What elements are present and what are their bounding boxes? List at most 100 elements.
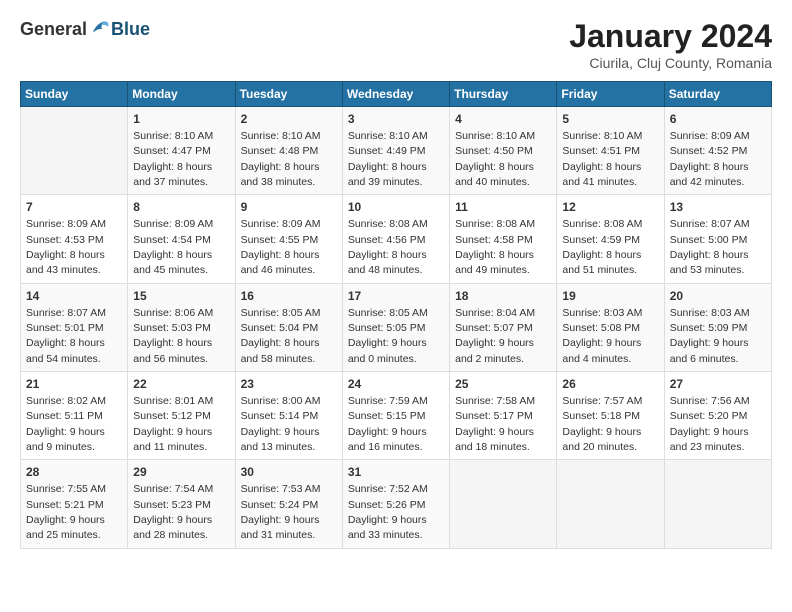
header: General Blue January 2024 Ciurila, Cluj … <box>20 18 772 71</box>
page: General Blue January 2024 Ciurila, Cluj … <box>0 0 792 612</box>
calendar-cell: 27Sunrise: 7:56 AMSunset: 5:20 PMDayligh… <box>664 372 771 460</box>
day-info: Sunrise: 8:09 AMSunset: 4:52 PMDaylight:… <box>670 130 750 188</box>
day-info: Sunrise: 8:01 AMSunset: 5:12 PMDaylight:… <box>133 395 213 453</box>
day-number: 19 <box>562 288 658 305</box>
day-info: Sunrise: 8:06 AMSunset: 5:03 PMDaylight:… <box>133 307 213 365</box>
calendar-cell <box>450 460 557 548</box>
calendar-cell: 17 Sunrise: 8:05 AMSunset: 5:05 PMDayligh… <box>342 283 449 371</box>
day-info: Sunrise: 7:55 AMSunset: 5:21 PMDaylight:… <box>26 483 106 541</box>
calendar-week-row: 7Sunrise: 8:09 AMSunset: 4:53 PMDaylight… <box>21 195 772 283</box>
day-info: Sunrise: 8:10 AMSunset: 4:49 PMDaylight:… <box>348 130 428 188</box>
calendar-cell: 30 Sunrise: 7:53 AMSunset: 5:24 PMDayligh… <box>235 460 342 548</box>
main-title: January 2024 <box>569 18 772 55</box>
calendar-cell: 6 Sunrise: 8:09 AMSunset: 4:52 PMDaylight… <box>664 107 771 195</box>
calendar-week-row: 28 Sunrise: 7:55 AMSunset: 5:21 PMDayligh… <box>21 460 772 548</box>
day-number: 3 <box>348 111 444 128</box>
calendar-cell: 18Sunrise: 8:04 AMSunset: 5:07 PMDayligh… <box>450 283 557 371</box>
day-info: Sunrise: 7:57 AMSunset: 5:18 PMDaylight:… <box>562 395 642 453</box>
day-info: Sunrise: 8:09 AMSunset: 4:55 PMDaylight:… <box>241 218 321 276</box>
calendar-dow-friday: Friday <box>557 82 664 107</box>
day-info: Sunrise: 8:07 AMSunset: 5:00 PMDaylight:… <box>670 218 750 276</box>
calendar-cell: 28 Sunrise: 7:55 AMSunset: 5:21 PMDayligh… <box>21 460 128 548</box>
day-info: Sunrise: 8:08 AMSunset: 4:58 PMDaylight:… <box>455 218 535 276</box>
calendar-dow-wednesday: Wednesday <box>342 82 449 107</box>
day-number: 27 <box>670 376 766 393</box>
calendar-week-row: 14 Sunrise: 8:07 AMSunset: 5:01 PMDayligh… <box>21 283 772 371</box>
day-info: Sunrise: 8:10 AMSunset: 4:51 PMDaylight:… <box>562 130 642 188</box>
calendar-cell: 11Sunrise: 8:08 AMSunset: 4:58 PMDayligh… <box>450 195 557 283</box>
calendar-cell: 21 Sunrise: 8:02 AMSunset: 5:11 PMDayligh… <box>21 372 128 460</box>
day-number: 15 <box>133 288 229 305</box>
day-info: Sunrise: 8:03 AMSunset: 5:08 PMDaylight:… <box>562 307 642 365</box>
calendar-cell: 7Sunrise: 8:09 AMSunset: 4:53 PMDaylight… <box>21 195 128 283</box>
day-number: 30 <box>241 464 337 481</box>
calendar-dow-saturday: Saturday <box>664 82 771 107</box>
calendar-cell: 15 Sunrise: 8:06 AMSunset: 5:03 PMDayligh… <box>128 283 235 371</box>
logo-bird-icon <box>89 18 111 40</box>
calendar-cell: 25Sunrise: 7:58 AMSunset: 5:17 PMDayligh… <box>450 372 557 460</box>
day-number: 16 <box>241 288 337 305</box>
calendar-dow-thursday: Thursday <box>450 82 557 107</box>
day-info: Sunrise: 7:59 AMSunset: 5:15 PMDaylight:… <box>348 395 428 453</box>
day-info: Sunrise: 7:53 AMSunset: 5:24 PMDaylight:… <box>241 483 321 541</box>
day-number: 13 <box>670 199 766 216</box>
calendar-cell: 23 Sunrise: 8:00 AMSunset: 5:14 PMDayligh… <box>235 372 342 460</box>
day-number: 25 <box>455 376 551 393</box>
day-number: 8 <box>133 199 229 216</box>
calendar-dow-monday: Monday <box>128 82 235 107</box>
logo-blue-text: Blue <box>111 19 150 40</box>
day-number: 6 <box>670 111 766 128</box>
calendar-header-row: SundayMondayTuesdayWednesdayThursdayFrid… <box>21 82 772 107</box>
calendar-cell: 19 Sunrise: 8:03 AMSunset: 5:08 PMDayligh… <box>557 283 664 371</box>
day-number: 7 <box>26 199 122 216</box>
calendar-cell <box>664 460 771 548</box>
day-number: 28 <box>26 464 122 481</box>
calendar-cell: 20Sunrise: 8:03 AMSunset: 5:09 PMDayligh… <box>664 283 771 371</box>
logo-general-text: General <box>20 19 87 40</box>
day-info: Sunrise: 8:03 AMSunset: 5:09 PMDaylight:… <box>670 307 750 365</box>
day-number: 5 <box>562 111 658 128</box>
calendar-cell: 16 Sunrise: 8:05 AMSunset: 5:04 PMDayligh… <box>235 283 342 371</box>
calendar-cell: 26 Sunrise: 7:57 AMSunset: 5:18 PMDayligh… <box>557 372 664 460</box>
day-info: Sunrise: 8:07 AMSunset: 5:01 PMDaylight:… <box>26 307 106 365</box>
calendar-cell: 4 Sunrise: 8:10 AMSunset: 4:50 PMDaylight… <box>450 107 557 195</box>
day-info: Sunrise: 8:05 AMSunset: 5:05 PMDaylight:… <box>348 307 428 365</box>
day-number: 12 <box>562 199 658 216</box>
day-info: Sunrise: 8:09 AMSunset: 4:54 PMDaylight:… <box>133 218 213 276</box>
day-info: Sunrise: 8:00 AMSunset: 5:14 PMDaylight:… <box>241 395 321 453</box>
calendar-cell <box>557 460 664 548</box>
day-number: 22 <box>133 376 229 393</box>
day-number: 26 <box>562 376 658 393</box>
calendar-cell: 12Sunrise: 8:08 AMSunset: 4:59 PMDayligh… <box>557 195 664 283</box>
day-number: 17 <box>348 288 444 305</box>
day-number: 2 <box>241 111 337 128</box>
calendar-table: SundayMondayTuesdayWednesdayThursdayFrid… <box>20 81 772 549</box>
day-number: 21 <box>26 376 122 393</box>
day-info: Sunrise: 8:02 AMSunset: 5:11 PMDaylight:… <box>26 395 106 453</box>
calendar-cell: 2Sunrise: 8:10 AMSunset: 4:48 PMDaylight… <box>235 107 342 195</box>
day-info: Sunrise: 7:52 AMSunset: 5:26 PMDaylight:… <box>348 483 428 541</box>
calendar-cell: 31 Sunrise: 7:52 AMSunset: 5:26 PMDayligh… <box>342 460 449 548</box>
calendar-week-row: 21 Sunrise: 8:02 AMSunset: 5:11 PMDayligh… <box>21 372 772 460</box>
day-number: 14 <box>26 288 122 305</box>
day-info: Sunrise: 8:10 AMSunset: 4:50 PMDaylight:… <box>455 130 535 188</box>
title-block: January 2024 Ciurila, Cluj County, Roman… <box>569 18 772 71</box>
day-info: Sunrise: 7:54 AMSunset: 5:23 PMDaylight:… <box>133 483 213 541</box>
day-number: 9 <box>241 199 337 216</box>
day-info: Sunrise: 8:05 AMSunset: 5:04 PMDaylight:… <box>241 307 321 365</box>
day-number: 1 <box>133 111 229 128</box>
day-info: Sunrise: 8:04 AMSunset: 5:07 PMDaylight:… <box>455 307 535 365</box>
calendar-cell <box>21 107 128 195</box>
day-info: Sunrise: 8:08 AMSunset: 4:56 PMDaylight:… <box>348 218 428 276</box>
calendar-dow-sunday: Sunday <box>21 82 128 107</box>
calendar-cell: 22 Sunrise: 8:01 AMSunset: 5:12 PMDayligh… <box>128 372 235 460</box>
day-number: 31 <box>348 464 444 481</box>
subtitle: Ciurila, Cluj County, Romania <box>569 55 772 71</box>
day-number: 10 <box>348 199 444 216</box>
calendar-dow-tuesday: Tuesday <box>235 82 342 107</box>
day-number: 23 <box>241 376 337 393</box>
day-number: 4 <box>455 111 551 128</box>
calendar-cell: 14 Sunrise: 8:07 AMSunset: 5:01 PMDayligh… <box>21 283 128 371</box>
calendar-cell: 3 Sunrise: 8:10 AMSunset: 4:49 PMDaylight… <box>342 107 449 195</box>
calendar-cell: 10 Sunrise: 8:08 AMSunset: 4:56 PMDayligh… <box>342 195 449 283</box>
